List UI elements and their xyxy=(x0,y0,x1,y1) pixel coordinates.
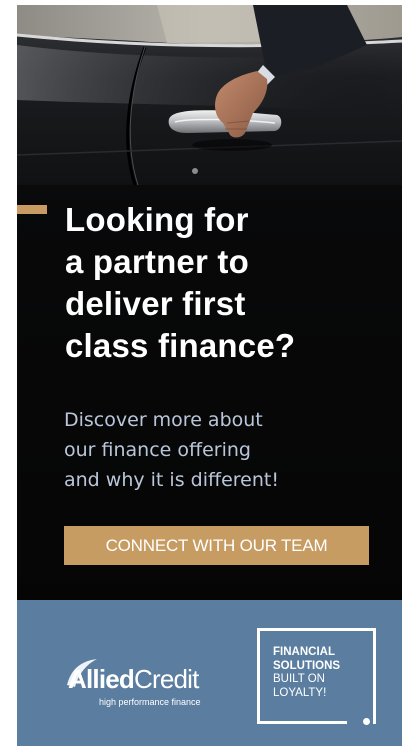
logo-wordmark: AlliedCredit xyxy=(68,664,199,695)
headline-line: Looking for xyxy=(65,201,249,238)
ad-banner[interactable]: Looking for a partner to deliver first c… xyxy=(17,5,402,746)
badge-line-3: BUILT ON xyxy=(273,673,325,685)
headline-line: deliver first xyxy=(65,285,246,322)
loyalty-badge-text: FINANCIAL SOLUTIONS BUILT ON LOYALTY! xyxy=(273,646,368,700)
logo-tagline: high performance finance xyxy=(99,697,201,707)
hero-section: Looking for a partner to deliver first c… xyxy=(17,5,402,600)
headline: Looking for a partner to deliver first c… xyxy=(65,199,395,367)
footer: AlliedCredit high performance finance FI… xyxy=(17,600,402,746)
badge-line-2: SOLUTIONS xyxy=(273,659,341,672)
subtext-line: our finance offering xyxy=(64,439,251,461)
badge-bottom-line xyxy=(257,721,347,724)
badge-line-4: LOYALTY! xyxy=(273,686,327,699)
connect-team-button[interactable]: CONNECT WITH OUR TEAM xyxy=(64,526,369,565)
badge-dot-icon xyxy=(363,718,370,725)
allied-credit-logo[interactable]: AlliedCredit high performance finance xyxy=(65,655,215,715)
subtext-line: and why it is different! xyxy=(64,469,279,491)
subtext-line: Discover more about xyxy=(64,409,263,431)
accent-bar xyxy=(17,205,47,214)
badge-line-1: FINANCIAL xyxy=(273,646,335,658)
subtext: Discover more about our finance offering… xyxy=(64,405,384,495)
headline-line: a partner to xyxy=(65,243,249,280)
logo-name-part1: Allied xyxy=(68,664,135,694)
headline-line: class finance? xyxy=(65,327,296,364)
logo-name-part2: Credit xyxy=(134,664,199,694)
